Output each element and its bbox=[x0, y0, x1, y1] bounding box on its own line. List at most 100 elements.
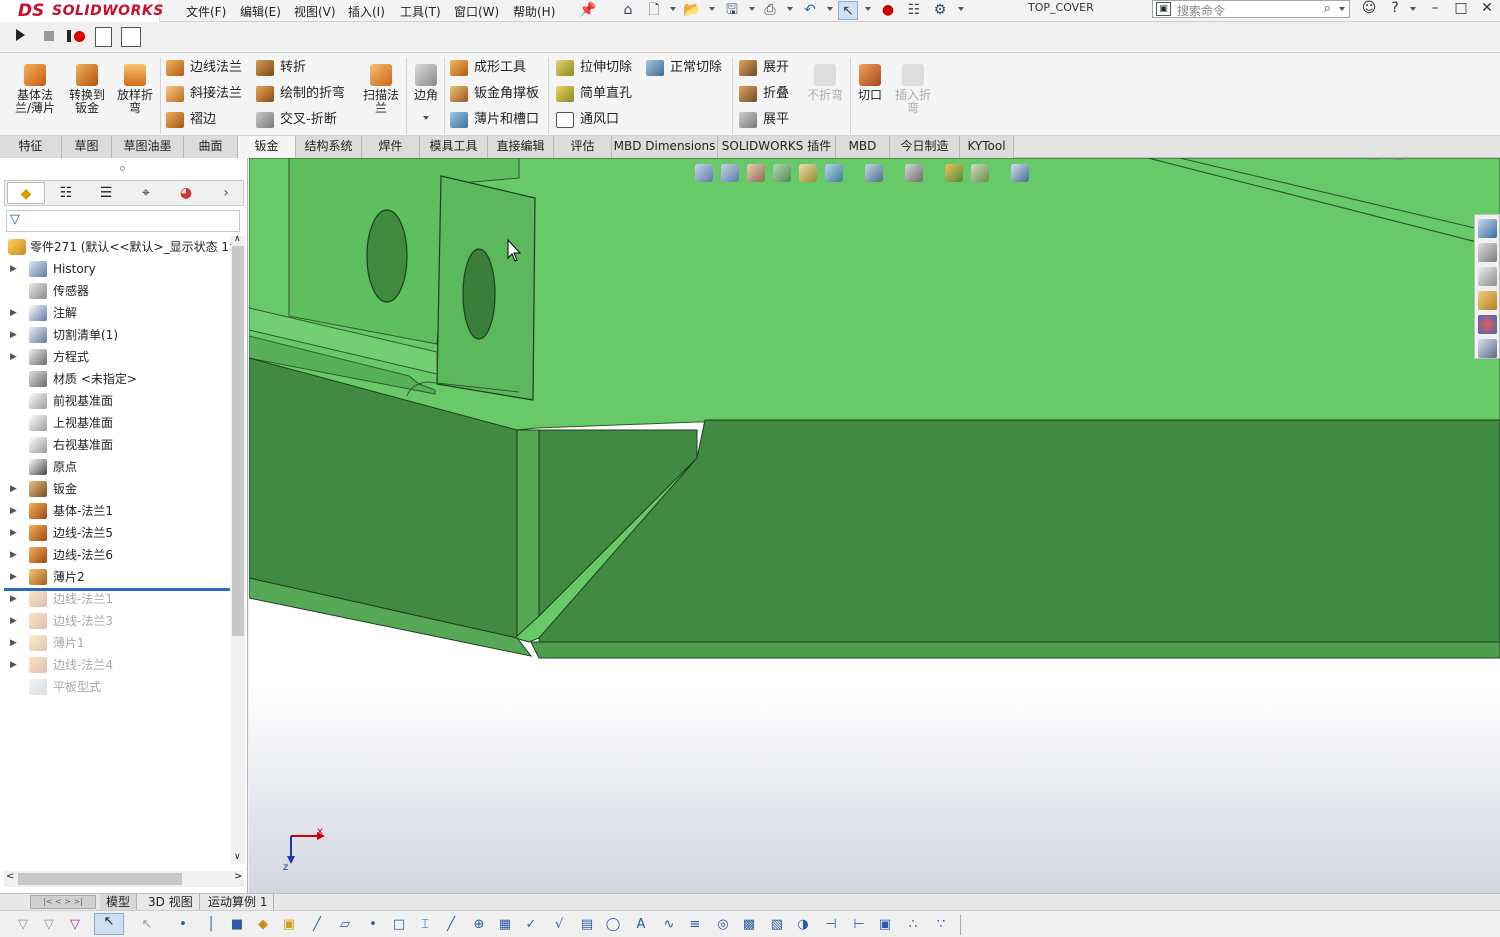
tree-item[interactable]: ▶ 边线-法兰5 bbox=[4, 522, 230, 544]
scroll-thumb[interactable] bbox=[232, 246, 244, 636]
minimize-button[interactable]: – bbox=[1424, 0, 1446, 18]
apply-scene-icon[interactable] bbox=[971, 164, 989, 182]
filter-icon[interactable]: ▽ bbox=[40, 917, 58, 933]
home-icon[interactable]: ⌂ bbox=[618, 1, 638, 20]
insert-bends-button[interactable]: 插入折 弯 bbox=[890, 64, 936, 115]
scroll-right-icon[interactable]: > bbox=[234, 871, 242, 882]
tab-mbd[interactable]: MBD bbox=[836, 136, 890, 158]
tab-sheet-metal[interactable]: 钣金 bbox=[238, 136, 296, 158]
round-hole[interactable] bbox=[366, 209, 408, 303]
viewport-split-icon[interactable]: ▥ bbox=[1393, 158, 1405, 162]
tab-kytool[interactable]: KYTool bbox=[960, 136, 1014, 158]
tree-root-part[interactable]: 零件271 (默认<<默认>_显示状态 1> ⌃ bbox=[4, 236, 240, 258]
undo-icon[interactable]: ↶ bbox=[800, 1, 820, 20]
extruded-cut-button[interactable]: 拉伸切除 bbox=[556, 58, 632, 78]
long-flange-face[interactable] bbox=[538, 419, 1500, 645]
base-flange-button[interactable]: 基体法 兰/薄片 bbox=[10, 64, 60, 115]
tree-item[interactable]: 原点 bbox=[4, 456, 230, 478]
tree-item[interactable]: 右视基准面 bbox=[4, 434, 230, 456]
tab-motion-study[interactable]: 运动算例 1 bbox=[202, 894, 275, 910]
filter-faces-icon[interactable]: ■ bbox=[228, 917, 246, 933]
chevron-down-icon[interactable] bbox=[787, 7, 793, 11]
cross-break-button[interactable]: 交叉-折断 bbox=[256, 110, 337, 130]
help-icon[interactable]: ? bbox=[1384, 0, 1406, 18]
filter-icon[interactable]: ▽ bbox=[66, 917, 84, 933]
file-properties-icon[interactable]: ☷ bbox=[904, 1, 924, 20]
sketched-bend-button[interactable]: 绘制的折弯 bbox=[256, 84, 345, 104]
tree-item[interactable]: ▶ 切割清单(1) bbox=[4, 324, 230, 346]
simple-hole-button[interactable]: 简单直孔 bbox=[556, 84, 632, 104]
chevron-down-icon[interactable] bbox=[709, 7, 715, 11]
forming-tool-button[interactable]: 成形工具 bbox=[450, 58, 526, 78]
view-palette-icon[interactable] bbox=[1478, 291, 1497, 310]
tree-vertical-scrollbar[interactable]: ∧ ∨ bbox=[231, 234, 245, 864]
expand-arrow-icon[interactable]: ▶ bbox=[10, 324, 20, 346]
view-orientation-icon[interactable] bbox=[825, 164, 843, 182]
pause-macro-icon[interactable] bbox=[67, 30, 71, 42]
tree-item[interactable]: ▶ 钣金 bbox=[4, 478, 230, 500]
filter-edges-icon[interactable]: │ bbox=[202, 917, 220, 933]
tree-item[interactable]: ▶ 注解 bbox=[4, 302, 230, 324]
chevron-down-icon[interactable] bbox=[1339, 7, 1345, 11]
tab-manufacturing-today[interactable]: 今日制造 bbox=[890, 136, 960, 158]
scroll-up-icon[interactable]: ∧ bbox=[234, 234, 241, 244]
chevron-down-icon[interactable] bbox=[827, 7, 833, 11]
record-macro-icon[interactable] bbox=[74, 31, 85, 42]
filter-routing-points-icon[interactable]: ⊢ bbox=[850, 917, 868, 933]
miter-flange-button[interactable]: 斜接法兰 bbox=[166, 84, 242, 104]
model-view[interactable] bbox=[249, 158, 1500, 893]
previous-view-icon[interactable] bbox=[747, 164, 765, 182]
tab-3d-views[interactable]: 3D 视图 bbox=[142, 894, 200, 910]
filter-dowel-pins-icon[interactable]: ⊣ bbox=[822, 917, 840, 933]
edit-appearance-icon[interactable] bbox=[945, 164, 963, 182]
tree-item[interactable]: 上视基准面 bbox=[4, 412, 230, 434]
filter-annotations-icon[interactable]: A bbox=[632, 917, 650, 933]
feature-manager-tab-icon[interactable]: ◆ bbox=[7, 182, 45, 204]
sheet-metal-gusset-button[interactable]: 钣金角撑板 bbox=[450, 84, 539, 104]
tab-mbd-dimensions[interactable]: MBD Dimensions bbox=[612, 136, 718, 158]
viewport-split-icon[interactable]: ▤ bbox=[1367, 158, 1379, 162]
chevron-down-icon[interactable] bbox=[865, 7, 871, 11]
hem-button[interactable]: 褶边 bbox=[166, 110, 216, 130]
view-settings-icon[interactable] bbox=[1011, 164, 1029, 182]
tree-item[interactable]: ▶ 基体-法兰1 bbox=[4, 500, 230, 522]
filter-weld-symbols-icon[interactable]: ∿ bbox=[660, 917, 678, 933]
menu-file[interactable]: 文件(F) bbox=[186, 3, 226, 20]
rip-button[interactable]: 切口 bbox=[854, 64, 886, 102]
scroll-left-icon[interactable]: < bbox=[6, 871, 14, 882]
vent-button[interactable]: 通风口 bbox=[556, 110, 619, 130]
stop-macro-icon[interactable] bbox=[44, 31, 54, 41]
tree-item[interactable]: 传感器 bbox=[4, 280, 230, 302]
filter-datum-icon[interactable]: ▦ bbox=[496, 917, 514, 933]
panel-resize-grip[interactable] bbox=[120, 166, 125, 171]
filter-dimensions-icon[interactable]: ⌶ bbox=[416, 917, 434, 933]
chevron-down-icon[interactable] bbox=[670, 7, 676, 11]
fold-button[interactable]: 折叠 bbox=[739, 84, 789, 104]
filter-geometric-tolerance-icon[interactable]: √ bbox=[550, 917, 568, 933]
appearances-scenes-icon[interactable] bbox=[1478, 315, 1497, 334]
tree-item[interactable]: 平板型式 bbox=[4, 676, 230, 698]
design-library-icon[interactable] bbox=[1478, 243, 1497, 262]
pin-icon[interactable]: 📌 bbox=[578, 1, 598, 20]
filter-surface-finish-icon[interactable]: ✓ bbox=[522, 917, 540, 933]
menu-insert[interactable]: 插入(I) bbox=[348, 3, 385, 20]
scroll-thumb[interactable] bbox=[18, 873, 182, 885]
tab-sketch-ink[interactable]: 草图油墨 bbox=[112, 136, 184, 158]
custom-properties-icon[interactable] bbox=[1478, 339, 1497, 358]
dynamic-annotation-view-icon[interactable] bbox=[799, 164, 817, 182]
tree-item[interactable]: ▶ 边线-法兰4 bbox=[4, 654, 230, 676]
expand-arrow-icon[interactable]: ▶ bbox=[10, 588, 20, 610]
expand-arrow-icon[interactable]: ▶ bbox=[10, 302, 20, 324]
expand-arrow-icon[interactable]: ▶ bbox=[10, 522, 20, 544]
tab-features[interactable]: 特征 bbox=[0, 136, 62, 158]
tree-item[interactable]: ▶ 边线-法兰1 bbox=[4, 588, 230, 610]
search-commands-input[interactable]: ▣ 搜索命令 ⌕ bbox=[1152, 0, 1350, 18]
filter-datum-targets-icon[interactable]: ◎ bbox=[714, 917, 732, 933]
expand-arrow-icon[interactable]: ▶ bbox=[10, 500, 20, 522]
tab-surfaces[interactable]: 曲面 bbox=[184, 136, 238, 158]
filter-planes-icon[interactable]: ▱ bbox=[336, 917, 354, 933]
graphics-area[interactable]: ▤ ▥ – ❐ ✕ x z bbox=[249, 158, 1500, 893]
select-icon[interactable]: ↖ bbox=[138, 917, 156, 933]
tree-item[interactable]: ▶ History bbox=[4, 258, 230, 280]
tab-structure-system[interactable]: 结构系统 bbox=[296, 136, 362, 158]
